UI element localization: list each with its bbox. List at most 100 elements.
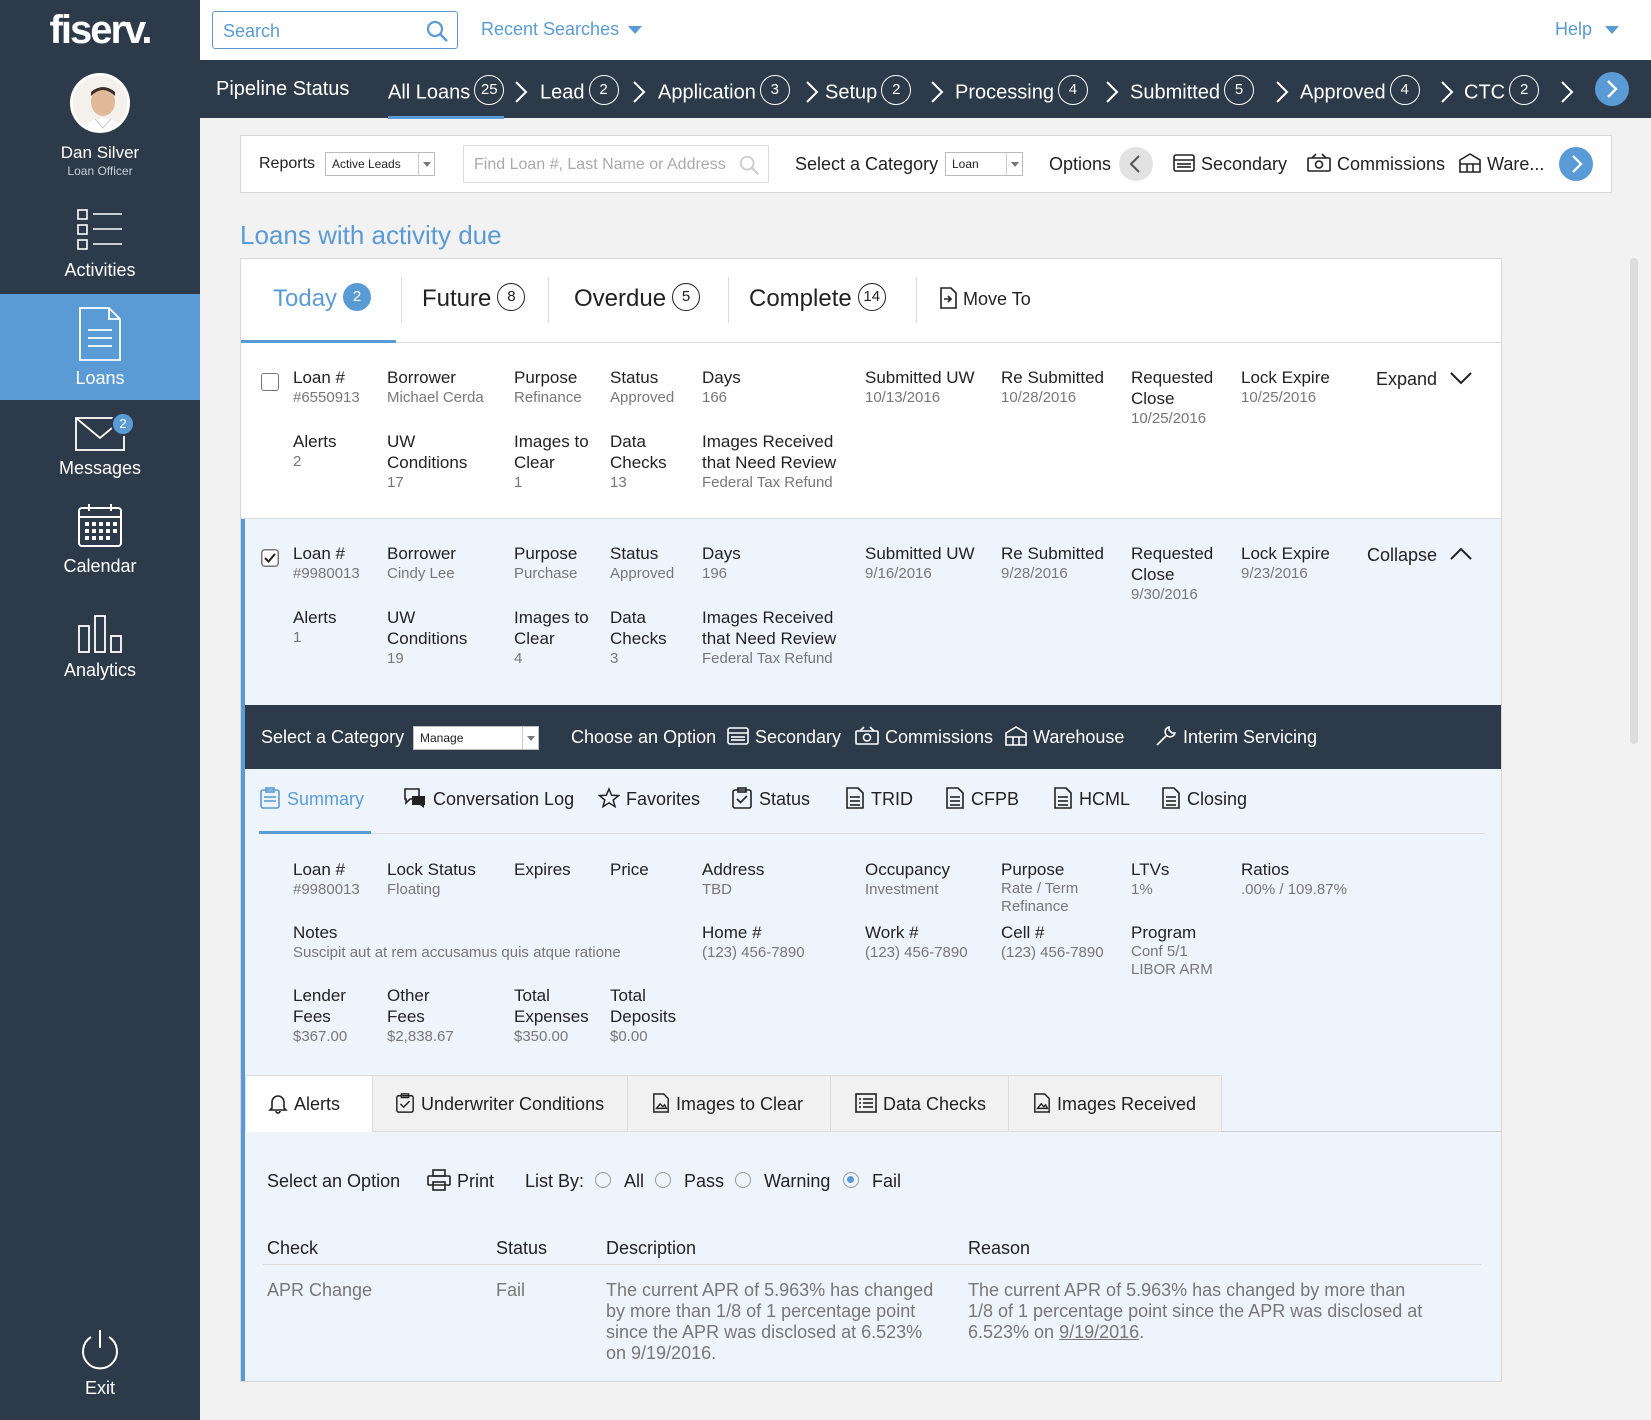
search-icon[interactable] bbox=[425, 19, 449, 43]
filter-pass-radio[interactable]: Pass bbox=[655, 1171, 724, 1192]
manage-category-select[interactable]: Manage bbox=[413, 726, 539, 750]
tab-alerts[interactable]: Alerts bbox=[245, 1075, 373, 1132]
field-value: Suscipit aut at rem accusamus quis atque… bbox=[293, 944, 621, 961]
commissions-label: Commissions bbox=[885, 727, 994, 747]
avatar[interactable] bbox=[70, 73, 130, 133]
tab-label: Favorites bbox=[626, 789, 701, 809]
options-next-button[interactable] bbox=[1559, 147, 1593, 181]
user-avatar-icon bbox=[73, 76, 127, 130]
expand-button[interactable]: Expand bbox=[1376, 369, 1473, 390]
stage-approved[interactable]: Approved 4 bbox=[1300, 75, 1420, 108]
tab-favorites[interactable]: Favorites bbox=[597, 787, 701, 811]
loan-row[interactable]: Loan # #6550913 Borrower Michael Cerda Pur… bbox=[241, 343, 1501, 519]
manage-warehouse-option[interactable]: Warehouse bbox=[1005, 726, 1124, 749]
tab-data-checks[interactable]: Data Checks bbox=[830, 1075, 1009, 1132]
print-button[interactable]: Print bbox=[427, 1169, 494, 1193]
category-select[interactable]: Loan bbox=[945, 152, 1023, 176]
stage-application[interactable]: Application 3 bbox=[658, 75, 790, 108]
tab-status[interactable]: Status bbox=[731, 787, 811, 811]
user-role: Loan Officer bbox=[67, 164, 133, 178]
collapse-label: Collapse bbox=[1367, 545, 1438, 565]
collapse-button[interactable]: Collapse bbox=[1367, 545, 1473, 566]
filter-warning-radio[interactable]: Warning bbox=[735, 1171, 830, 1192]
reason-date-link[interactable]: 9/19/2016 bbox=[1059, 1322, 1139, 1342]
tab-divider-line bbox=[259, 833, 1485, 834]
reports-select[interactable]: Active Leads bbox=[325, 152, 435, 176]
pipeline-next-button[interactable] bbox=[1595, 72, 1629, 106]
search-icon[interactable] bbox=[738, 154, 760, 176]
nav-analytics[interactable]: Analytics bbox=[0, 614, 200, 694]
search-input[interactable]: Search bbox=[212, 11, 458, 49]
checkbox-checked-icon[interactable] bbox=[261, 549, 279, 567]
nav-messages[interactable]: 2 Messages bbox=[0, 410, 200, 490]
filter-all-radio[interactable]: All bbox=[595, 1171, 644, 1192]
tab-closing[interactable]: Closing bbox=[1161, 787, 1247, 811]
reason-text: The current APR of 5.963% has changed by… bbox=[968, 1280, 1423, 1342]
nav-calendar[interactable]: Calendar bbox=[0, 502, 200, 582]
tab-label: Overdue bbox=[574, 285, 667, 312]
tab-complete[interactable]: Complete 14 bbox=[749, 282, 886, 314]
stage-lead[interactable]: Lead 2 bbox=[540, 75, 619, 108]
cell-check: APR Change bbox=[267, 1280, 373, 1300]
tab-label: Status bbox=[759, 789, 811, 809]
manage-secondary-option[interactable]: Secondary bbox=[727, 727, 841, 748]
images-to-clear: Images to Clear 1 bbox=[514, 431, 594, 493]
stage-label: Lead bbox=[540, 81, 585, 104]
stage-all-loans[interactable]: All Loans 25 bbox=[388, 75, 505, 119]
radio-label: Fail bbox=[872, 1171, 902, 1191]
move-to-button[interactable]: Move To bbox=[939, 287, 1031, 311]
find-loan-input[interactable]: Find Loan #, Last Name or Address bbox=[463, 145, 769, 183]
field-label: Lock Expire bbox=[1241, 368, 1330, 387]
field-label: Days bbox=[702, 544, 741, 563]
field-value: (123) 456-7890 bbox=[865, 944, 968, 961]
tab-images-received[interactable]: Images Received bbox=[1008, 1075, 1222, 1132]
field-value: $367.00 bbox=[293, 1028, 348, 1045]
tab-overdue[interactable]: Overdue 5 bbox=[574, 282, 701, 314]
tab-hcml[interactable]: HCML bbox=[1053, 787, 1130, 811]
field-label: Loan # bbox=[293, 544, 345, 563]
tab-divider bbox=[548, 277, 549, 323]
field-label: Requested Close bbox=[1131, 368, 1214, 408]
document-icon bbox=[1162, 787, 1180, 810]
nav-activities[interactable]: Activities bbox=[0, 206, 200, 294]
summary-price: Price bbox=[610, 859, 649, 880]
tab-images-to-clear[interactable]: Images to Clear bbox=[627, 1075, 831, 1132]
filter-fail-radio[interactable]: Fail bbox=[843, 1171, 901, 1192]
field-value: Investment bbox=[865, 881, 939, 898]
options-prev-button[interactable] bbox=[1119, 147, 1153, 181]
borrower: Borrower Michael Cerda bbox=[387, 367, 484, 408]
tab-trid[interactable]: TRID bbox=[845, 787, 913, 811]
secondary-option[interactable]: Secondary bbox=[1173, 154, 1287, 175]
commissions-option[interactable]: Commissions bbox=[1307, 153, 1445, 175]
tab-label: Data Checks bbox=[883, 1094, 987, 1114]
warehouse-option[interactable]: Ware... bbox=[1459, 153, 1544, 176]
manage-commissions-option[interactable]: Commissions bbox=[855, 726, 994, 748]
nav-label: Activities bbox=[64, 260, 136, 280]
secondary-icon bbox=[727, 727, 749, 746]
borrower: Borrower Cindy Lee bbox=[387, 543, 456, 584]
loan-checkbox[interactable] bbox=[261, 373, 279, 391]
recent-searches-dropdown[interactable]: Recent Searches bbox=[481, 19, 643, 40]
star-icon bbox=[597, 787, 621, 809]
tab-today[interactable]: Today 2 bbox=[273, 282, 372, 314]
tab-future[interactable]: Future 8 bbox=[422, 282, 526, 314]
tab-label: CFPB bbox=[971, 789, 1020, 809]
tab-underwriter-conditions[interactable]: Underwriter Conditions bbox=[372, 1075, 628, 1132]
stage-ctc[interactable]: CTC 2 bbox=[1464, 75, 1540, 108]
tab-cfpb[interactable]: CFPB bbox=[945, 787, 1020, 811]
tab-conversation-log[interactable]: Conversation Log bbox=[403, 788, 574, 811]
tab-summary[interactable]: Summary bbox=[259, 787, 364, 811]
interim-servicing-option[interactable]: Interim Servicing bbox=[1155, 726, 1317, 749]
nav-loans[interactable]: Loans bbox=[0, 294, 200, 400]
uw-conditions: UW Conditions 17 bbox=[387, 431, 487, 493]
stage-submitted[interactable]: Submitted 5 bbox=[1130, 75, 1255, 108]
summary-expires: Expires bbox=[514, 859, 571, 880]
nav-exit[interactable]: Exit bbox=[0, 1328, 200, 1408]
help-dropdown[interactable]: Help bbox=[1555, 19, 1619, 40]
vertical-scrollbar[interactable] bbox=[1630, 258, 1638, 744]
stage-setup[interactable]: Setup 2 bbox=[825, 75, 912, 108]
stage-processing[interactable]: Processing 4 bbox=[955, 75, 1088, 108]
find-loan-placeholder: Find Loan #, Last Name or Address bbox=[474, 156, 726, 173]
field-label: Loan # bbox=[293, 860, 345, 879]
field-label: Lock Status bbox=[387, 860, 476, 879]
